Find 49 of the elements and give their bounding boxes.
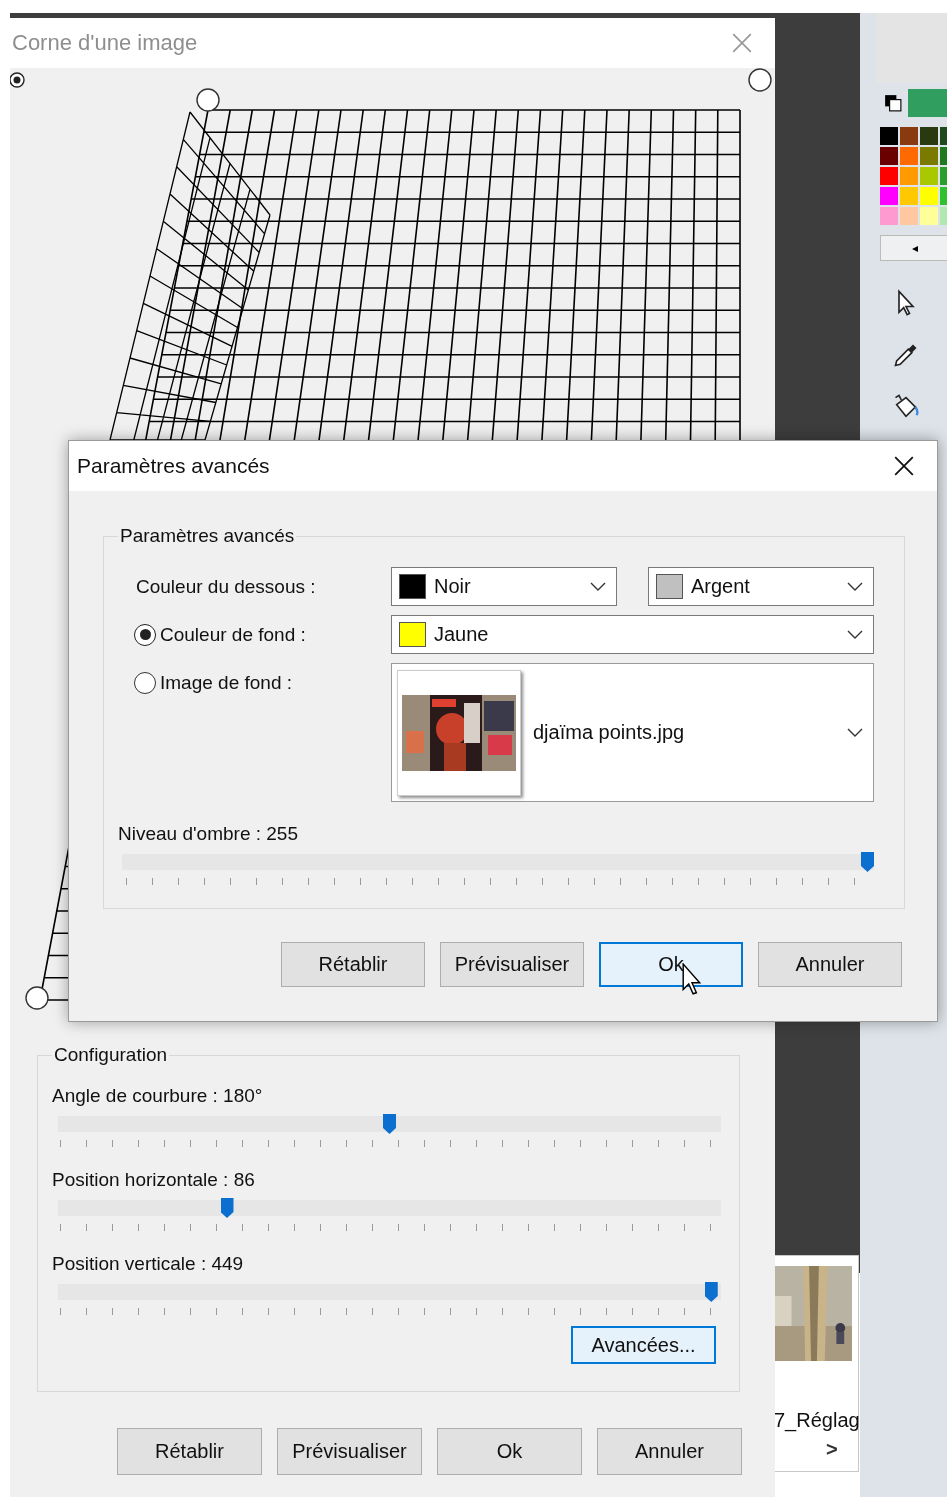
file-name: djaïma points.jpg [533,721,686,744]
dialog-button[interactable]: Annuler [758,942,902,987]
close-icon[interactable] [893,455,915,477]
dialog-button[interactable]: Rétablir [117,1428,262,1475]
dialog-button[interactable]: Ok [437,1428,582,1475]
slider-label: Angle de courbure : 180° [52,1084,264,1108]
handle[interactable] [196,88,220,112]
window-title: Paramètres avancés [76,454,270,478]
handle-dot [13,76,21,84]
color-dropdown[interactable]: Jaune [391,615,874,654]
thumbnail-caption: 7_Réglag [774,1409,860,1432]
chevron-icon [590,581,606,592]
slider-track[interactable] [58,1282,721,1302]
radio-button[interactable]: Image de fond : [118,663,391,702]
radio-button[interactable]: Couleur de fond : [118,615,391,654]
slider-thumb[interactable] [220,1198,234,1218]
color-palette[interactable] [880,127,947,225]
slider-thumb[interactable] [861,852,874,872]
window-title: Corne d'une image [11,30,198,56]
handle[interactable] [748,68,772,92]
chevron-icon [847,727,863,738]
color-bar[interactable] [908,89,947,117]
color-name: Jaune [434,623,490,646]
dialog-button[interactable]: Prévisualiser [440,942,584,987]
field-label: Couleur du dessous : [135,574,317,599]
slider-label: Position verticale : 449 [52,1252,245,1276]
slider-label: Position horizontale : 86 [52,1168,256,1192]
handle[interactable] [25,986,49,1010]
scroll-left-button[interactable]: ◂ [880,235,947,261]
advanced-button[interactable]: Avancées... [571,1326,716,1364]
dialog-button[interactable]: Prévisualiser [277,1428,422,1475]
swap-colors-icon[interactable] [884,94,902,112]
chevron-icon [847,581,863,592]
dialog-button[interactable]: Annuler [597,1428,742,1475]
color-name: Noir [434,575,472,598]
slider-thumb[interactable] [704,1282,718,1302]
chevron-icon [847,629,863,640]
dialog-button[interactable]: Ok [599,942,743,987]
slider-thumb[interactable] [383,1114,396,1134]
slider-label: Niveau d'ombre : 255 [118,822,299,846]
color-dropdown[interactable]: Argent [648,567,874,606]
dialog-button[interactable]: Rétablir [281,942,425,987]
slider-track[interactable] [58,1198,721,1218]
image-dropdown[interactable]: djaïma points.jpg [391,663,874,802]
slider-track[interactable] [122,852,874,872]
color-dropdown[interactable]: Noir [391,567,617,606]
color-name: Argent [691,575,751,598]
next-button[interactable]: > [826,1438,838,1461]
slider-track[interactable] [58,1114,721,1134]
